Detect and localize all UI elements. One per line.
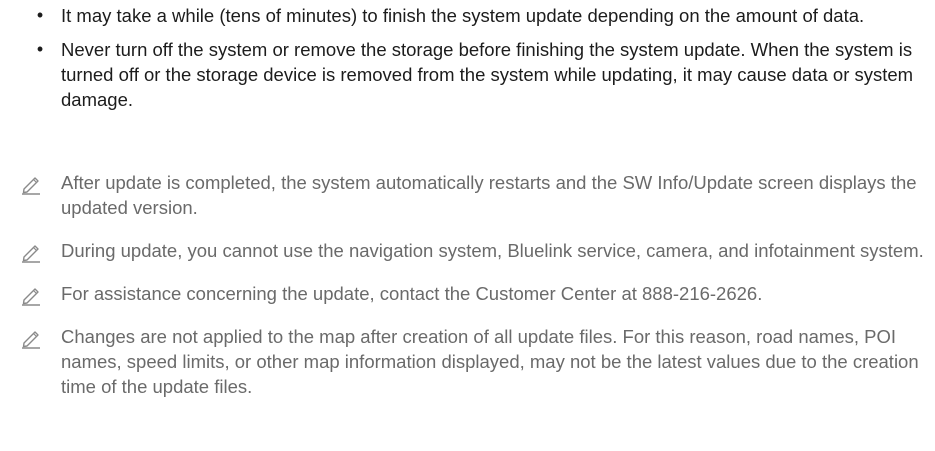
- note-text: For assistance concerning the update, co…: [61, 283, 763, 304]
- note-item: Changes are not applied to the map after…: [20, 324, 925, 399]
- note-item: For assistance concerning the update, co…: [20, 281, 925, 306]
- bullet-text: It may take a while (tens of minutes) to…: [61, 5, 865, 26]
- caution-bullet-list: • It may take a while (tens of minutes) …: [34, 3, 924, 121]
- note-item: During update, you cannot use the naviga…: [20, 238, 925, 263]
- bullet-item: • Never turn off the system or remove th…: [34, 37, 924, 112]
- bullet-text: Never turn off the system or remove the …: [61, 39, 914, 110]
- bullet-dot-icon: •: [36, 39, 44, 59]
- pencil-note-icon: [20, 284, 42, 306]
- note-text: Changes are not applied to the map after…: [61, 326, 919, 397]
- notes-list: After update is completed, the system au…: [20, 170, 925, 417]
- manual-page: • It may take a while (tens of minutes) …: [0, 0, 935, 451]
- pencil-note-icon: [20, 327, 42, 349]
- note-text: After update is completed, the system au…: [61, 172, 917, 218]
- note-text: During update, you cannot use the naviga…: [61, 240, 924, 261]
- pencil-note-icon: [20, 241, 42, 263]
- bullet-dot-icon: •: [36, 5, 44, 25]
- note-item: After update is completed, the system au…: [20, 170, 925, 220]
- pencil-note-icon: [20, 173, 42, 195]
- bullet-item: • It may take a while (tens of minutes) …: [34, 3, 924, 28]
